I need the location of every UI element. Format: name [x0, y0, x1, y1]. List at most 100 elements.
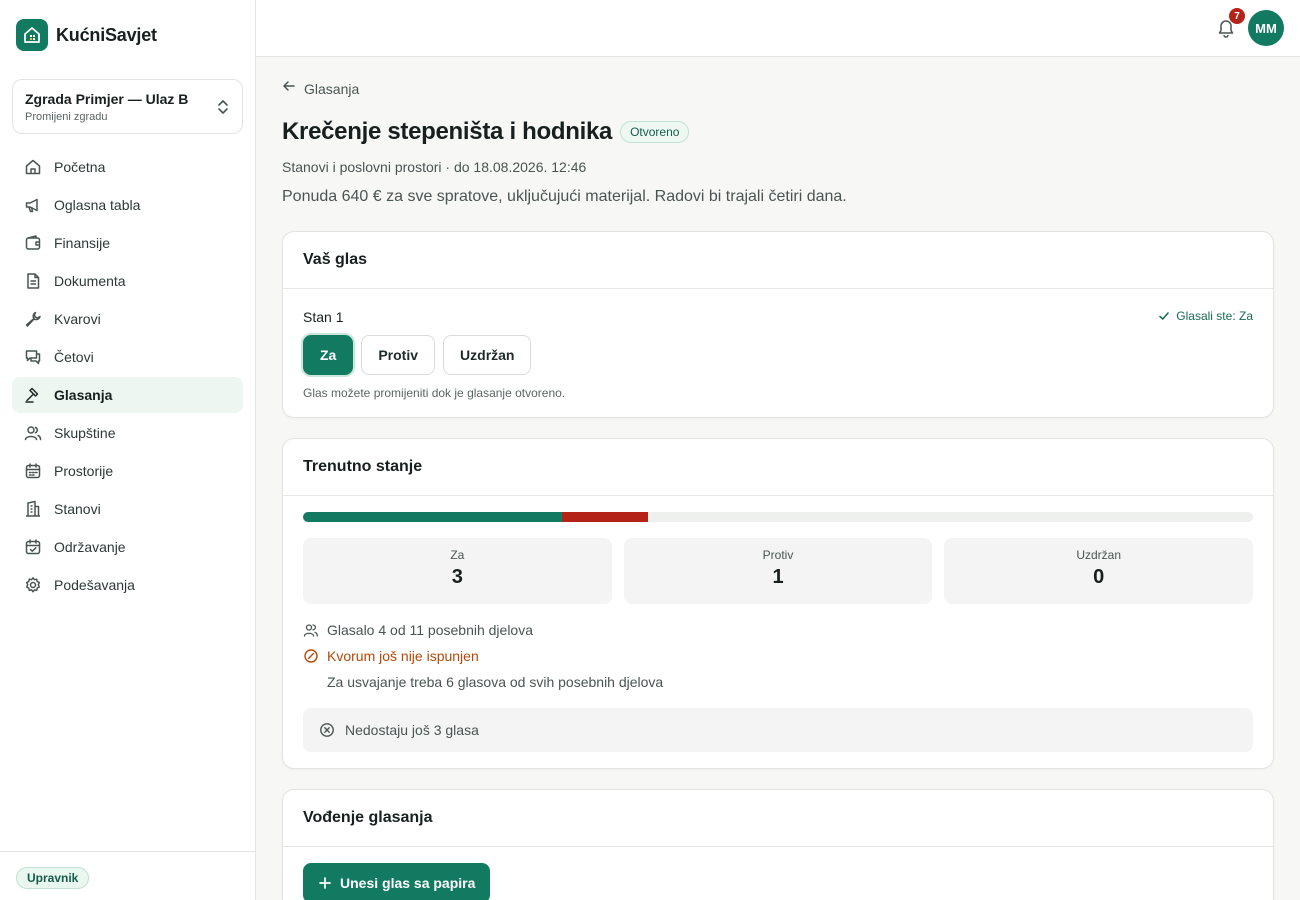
sidebar: KućniSavjet Zgrada Primjer — Ulaz B Prom…	[0, 0, 256, 900]
megaphone-icon	[24, 196, 42, 214]
vote-against-button[interactable]: Protiv	[361, 335, 436, 375]
tally-label: Za	[450, 548, 465, 562]
building-name: Zgrada Primjer — Ulaz B	[25, 91, 189, 107]
vote-hint: Glas možete promijeniti dok je glasanje …	[303, 386, 566, 400]
sidebar-item-pocetna[interactable]: Početna	[12, 149, 243, 185]
tally-label: Uzdržan	[1076, 548, 1122, 562]
sidebar-item-label: Održavanje	[54, 539, 126, 555]
voted-status: Glasali ste: Za	[1158, 309, 1253, 323]
back-link[interactable]: Glasanja	[282, 79, 359, 98]
wallet-icon	[24, 234, 42, 252]
sidebar-item-dokumenta[interactable]: Dokumenta	[12, 263, 243, 299]
tally-value: 0	[1093, 566, 1105, 588]
tally-for: Za 3	[303, 538, 612, 604]
card-title: Trenutno stanje	[303, 458, 423, 475]
voted-label: Glasali ste: Za	[1176, 309, 1253, 323]
turnout-text: Glasalo 4 od 11 posebnih djelova	[327, 622, 534, 638]
card-header: Vaš glas	[283, 232, 1273, 289]
building-icon	[24, 500, 42, 518]
arrow-left-icon	[282, 79, 296, 98]
quorum-line: Kvorum još nije ispunjen	[303, 648, 479, 664]
sidebar-item-label: Oglasna tabla	[54, 197, 141, 213]
enter-paper-vote-button[interactable]: Unesi glas sa papira	[303, 863, 491, 900]
sidebar-item-cetovi[interactable]: Četovi	[12, 339, 243, 375]
avatar[interactable]: MM	[1248, 10, 1284, 46]
sidebar-item-label: Podešavanja	[54, 577, 135, 593]
vote-abstain-button[interactable]: Uzdržan	[443, 335, 532, 375]
vote-for-button[interactable]: Za	[303, 335, 354, 375]
sidebar-item-kvarovi[interactable]: Kvarovi	[12, 301, 243, 337]
vote-tallies: Za 3 Protiv 1 Uzdržan 0	[303, 538, 1254, 604]
sidebar-footer: Upravnik	[0, 851, 255, 900]
sidebar-item-glasanja[interactable]: Glasanja	[12, 377, 243, 413]
circle-slash-icon	[303, 648, 319, 664]
chevron-updown-icon	[216, 98, 230, 121]
calendar-check-icon	[24, 538, 42, 556]
progress-segment-against	[562, 512, 649, 522]
turnout-line: Glasalo 4 od 11 posebnih djelova	[303, 622, 533, 638]
sidebar-item-label: Kvarovi	[54, 311, 101, 327]
vote-description: Ponuda 640 € za sve spratove, uključujuć…	[282, 188, 847, 205]
vote-options: Za Protiv Uzdržan	[303, 335, 539, 375]
unit-label: Stan 1	[303, 309, 344, 325]
logo-icon	[16, 19, 48, 51]
title-row: Krečenje stepeništa i hodnika Otvoreno	[282, 118, 690, 146]
sidebar-item-label: Finansije	[54, 235, 111, 251]
building-switcher[interactable]: Zgrada Primjer — Ulaz B Promijeni zgradu	[12, 79, 243, 134]
tally-label: Protiv	[762, 548, 794, 562]
sidebar-item-odrzavanje[interactable]: Održavanje	[12, 529, 243, 565]
home-icon	[24, 158, 42, 176]
tally-value: 3	[451, 566, 463, 588]
current-status-card: Trenutno stanje Za 3 Protiv 1 Uzdržan 0 …	[282, 438, 1274, 769]
back-link-label: Glasanja	[304, 80, 360, 97]
sidebar-item-label: Stanovi	[54, 501, 101, 517]
status-badge: Otvoreno	[620, 121, 690, 143]
missing-votes-box: Nedostaju još 3 glasa	[303, 708, 1253, 752]
gavel-icon	[24, 386, 42, 404]
role-badge: Upravnik	[16, 867, 90, 889]
vote-progress-bar	[303, 512, 1253, 522]
sidebar-nav: Početna Oglasna tabla Finansije Dokument…	[12, 149, 243, 605]
check-icon	[1159, 312, 1170, 320]
app-name: KućniSavjet	[56, 24, 157, 45]
gear-icon	[24, 576, 42, 594]
your-vote-card: Vaš glas Stan 1 Glasali ste: Za Za Proti…	[282, 231, 1274, 418]
circle-x-icon	[320, 723, 334, 737]
building-switch-label: Promijeni zgradu	[25, 111, 108, 123]
sidebar-item-podesavanja[interactable]: Podešavanja	[12, 567, 243, 603]
vote-management-card: Vođenje glasanja Unesi glas sa papira	[282, 789, 1274, 900]
page-title: Krečenje stepeništa i hodnika	[282, 118, 613, 145]
tally-value: 1	[772, 566, 784, 588]
card-title: Vođenje glasanja	[303, 809, 433, 826]
chat-icon	[24, 348, 42, 366]
sidebar-item-skupstine[interactable]: Skupštine	[12, 415, 243, 451]
quorum-text: Kvorum još nije ispunjen	[327, 648, 479, 664]
plus-icon	[319, 877, 331, 889]
sidebar-item-label: Glasanja	[54, 387, 113, 403]
users-icon	[24, 424, 42, 442]
sidebar-item-label: Četovi	[54, 349, 94, 365]
sidebar-item-oglasna-tabla[interactable]: Oglasna tabla	[12, 187, 243, 223]
sidebar-item-label: Dokumenta	[54, 273, 126, 289]
brand[interactable]: KućniSavjet	[16, 19, 157, 51]
missing-votes-text: Nedostaju još 3 glasa	[345, 722, 479, 738]
sidebar-item-label: Skupštine	[54, 425, 116, 441]
tally-abstain: Uzdržan 0	[944, 538, 1254, 604]
progress-segment-for	[303, 512, 563, 522]
sidebar-item-finansije[interactable]: Finansije	[12, 225, 243, 261]
tally-against: Protiv 1	[623, 538, 933, 604]
sidebar-item-prostorije[interactable]: Prostorije	[12, 453, 243, 489]
calendar-icon	[24, 462, 42, 480]
sidebar-item-label: Početna	[54, 159, 106, 175]
card-header: Trenutno stanje	[283, 439, 1273, 496]
card-header: Vođenje glasanja	[283, 790, 1273, 847]
sidebar-item-label: Prostorije	[54, 463, 114, 479]
wrench-icon	[24, 310, 42, 328]
users-icon	[303, 622, 319, 638]
sidebar-item-stanovi[interactable]: Stanovi	[12, 491, 243, 527]
requirement-text: Za usvajanje treba 6 glasova od svih pos…	[327, 674, 664, 690]
enter-paper-vote-label: Unesi glas sa papira	[340, 875, 476, 891]
card-title: Vaš glas	[303, 251, 368, 268]
document-icon	[24, 272, 42, 290]
notification-count-badge: 7	[1229, 8, 1245, 24]
